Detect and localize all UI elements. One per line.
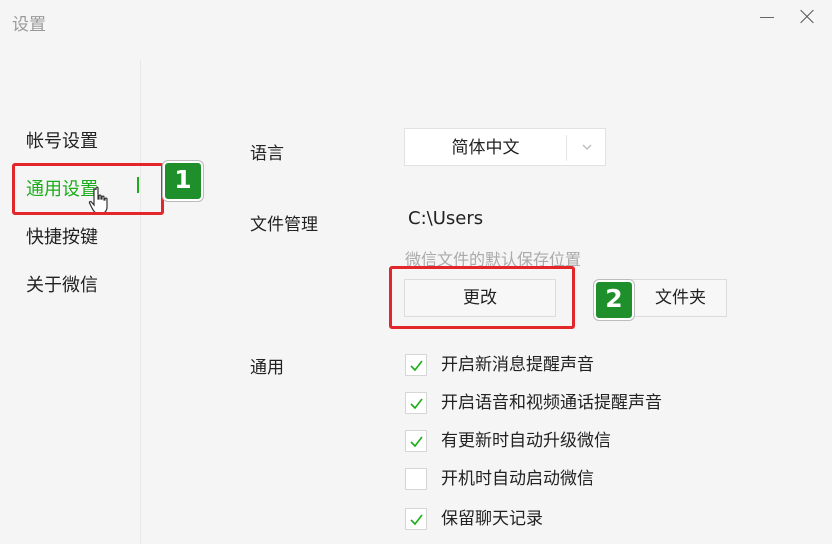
option-label: 保留聊天记录 — [441, 509, 543, 529]
chevron-down-icon — [582, 144, 592, 150]
option-label: 开启语音和视频通话提醒声音 — [441, 393, 662, 413]
open-folder-button[interactable]: 文件夹 — [620, 279, 727, 317]
checkbox[interactable] — [405, 392, 427, 414]
highlight-box-change — [389, 266, 575, 329]
checkbox[interactable] — [405, 508, 427, 530]
check-icon — [410, 360, 423, 372]
window-title: 设置 — [12, 15, 46, 35]
checkbox[interactable] — [405, 468, 427, 490]
select-divider — [566, 135, 567, 161]
check-icon — [410, 436, 423, 448]
file-path: C:\Users — [408, 208, 484, 229]
settings-window: 设置 帐号设置 通用设置 快捷按键 关于微信 1 语言 简体中文 文件管理 C:… — [0, 0, 832, 544]
checkbox[interactable] — [405, 354, 427, 376]
language-label: 语言 — [250, 144, 284, 164]
sidebar-item-about[interactable]: 关于微信 — [26, 271, 98, 297]
check-icon — [410, 398, 423, 410]
settings-sidebar: 帐号设置 通用设置 快捷按键 关于微信 — [0, 60, 140, 544]
minimize-icon[interactable] — [757, 6, 779, 28]
sidebar-divider — [140, 60, 141, 544]
sidebar-item-account[interactable]: 帐号设置 — [26, 127, 98, 153]
language-select[interactable]: 简体中文 — [404, 128, 606, 166]
close-icon[interactable] — [796, 6, 818, 28]
sidebar-item-shortcuts[interactable]: 快捷按键 — [26, 223, 98, 249]
step-badge-2: 2 — [594, 280, 634, 320]
file-management-label: 文件管理 — [250, 215, 318, 235]
language-value: 简体中文 — [451, 138, 520, 158]
option-label: 开启新消息提醒声音 — [441, 355, 594, 375]
general-label: 通用 — [250, 358, 284, 378]
step-badge-1: 1 — [163, 161, 203, 201]
checkbox[interactable] — [405, 430, 427, 452]
option-label: 开机时自动启动微信 — [441, 469, 594, 489]
check-icon — [410, 514, 423, 526]
highlight-box-general-settings — [12, 163, 164, 215]
option-label: 有更新时自动升级微信 — [441, 431, 611, 451]
